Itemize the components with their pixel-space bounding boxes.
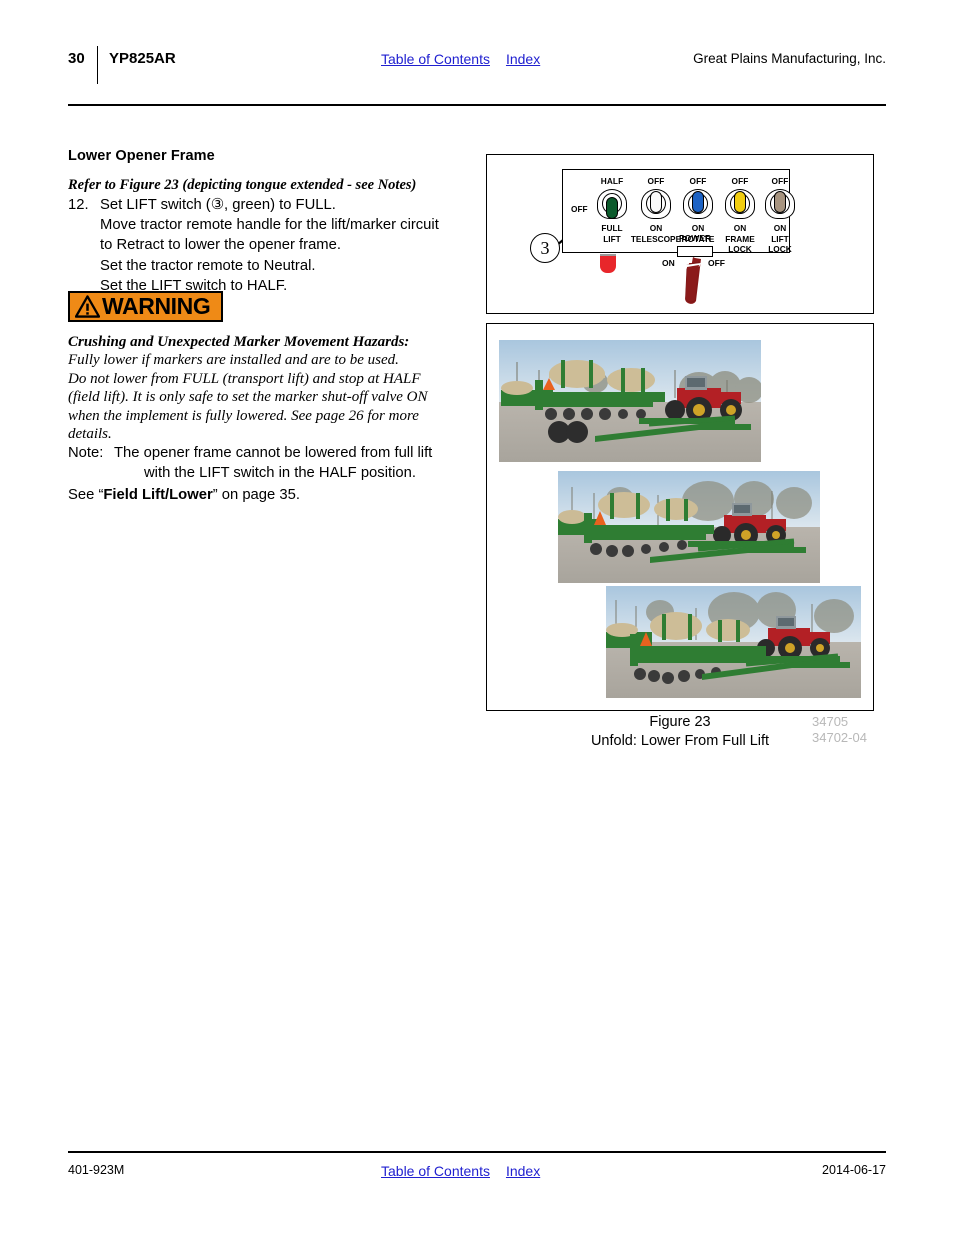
page-number: 30: [68, 50, 85, 67]
switch-frame-lock-bottom-label: ON: [733, 223, 747, 233]
power-switch[interactable]: POWER ON OFF: [662, 233, 725, 315]
lift-off-left-label: OFF: [571, 204, 588, 214]
warning-heading: Crushing and Unexpected Marker Movement …: [68, 334, 410, 350]
switch-lift-lever[interactable]: [606, 197, 618, 219]
see-bold-title: Field Lift/Lower: [103, 487, 213, 503]
switch-telescope-lever[interactable]: [650, 191, 662, 213]
step-number: 12.: [68, 197, 89, 213]
step-line-1: Set LIFT switch (③, green) to FULL.: [100, 197, 336, 213]
warning-body: Crushing and Unexpected Marker Movement …: [68, 333, 460, 443]
page-header: 30 YP825AR Table of Contents Index Great …: [68, 46, 886, 84]
step-line-2: Move tractor remote handle for the lift/…: [100, 217, 439, 234]
see-reference-line: See “Field Lift/Lower” on page 35.: [68, 485, 460, 505]
refer-to-figure-line: Refer to Figure 23 (depicting tongue ext…: [68, 177, 417, 193]
step-line-4: Set the tractor remote to Neutral.: [100, 257, 316, 274]
warning-line-1: Fully lower if markers are installed and…: [68, 352, 399, 369]
warning-label: WARNING: [102, 293, 211, 319]
switch-rotate-lever[interactable]: [692, 191, 704, 213]
switch-lift-lock-lever[interactable]: [774, 191, 786, 213]
footer-rule: [68, 1151, 886, 1153]
note-label: Note:: [68, 445, 104, 461]
switch-telescope-top-label: OFF: [647, 176, 665, 186]
figure-control-panel-box: 3 OFF HALF FULL LIFT OFF ON TELESCOPE OF…: [486, 154, 874, 314]
footer-link-table-of-contents[interactable]: Table of Contents: [381, 1163, 490, 1179]
header-link-table-of-contents[interactable]: Table of Contents: [381, 51, 490, 67]
note-line-1: The opener frame cannot be lowered from …: [114, 445, 433, 461]
document-date: 2014-06-17: [822, 1163, 886, 1177]
warning-line-2: Do not lower from FULL (transport lift) …: [68, 370, 421, 387]
switch-lift-bottom-label: FULL: [601, 223, 623, 233]
warning-banner: WARNING: [68, 291, 223, 322]
warning-line-4: when the implement is fully lowered. See…: [68, 407, 419, 424]
model-title: YP825AR: [109, 50, 176, 67]
header-nav-links: Table of Contents Index: [381, 51, 556, 67]
switch-telescope-bottom-label: ON: [649, 223, 663, 233]
header-divider: [97, 46, 98, 84]
step-line-3: to Retract to lower the opener frame.: [100, 237, 341, 254]
photo-3-graphic: [606, 586, 861, 698]
warning-line-5: details.: [68, 426, 112, 443]
see-prefix: See “: [68, 487, 104, 503]
warning-line-3: (field lift). It is only safe to set the…: [68, 389, 428, 406]
switch-lift-lock-name: LIFT LOCK: [768, 234, 792, 254]
photo-1-graphic: [499, 340, 761, 462]
switch-rotate-top-label: OFF: [689, 176, 707, 186]
footer-nav-links: Table of Contents Index: [381, 1163, 556, 1179]
switch-lift-lock-top-label: OFF: [771, 176, 789, 186]
photo-planter-partially-lowered: [558, 471, 820, 583]
note-block: Note: The opener frame cannot be lowered…: [68, 443, 460, 483]
document-code: 401-923M: [68, 1163, 125, 1177]
callout-marker-3: 3: [530, 233, 560, 263]
figure-ref-1: 34705: [812, 714, 849, 729]
page-footer: 401-923M Table of Contents Index 2014-06-…: [68, 1163, 886, 1183]
section-title: Lower Opener Frame: [68, 148, 215, 164]
photo-2-graphic: [558, 471, 820, 583]
photo-planter-fully-lowered: [606, 586, 861, 698]
left-content-column: Lower Opener Frame Refer to Figure 23 (d…: [68, 148, 460, 296]
power-switch-label: POWER: [678, 233, 712, 243]
numbered-step: 12. Set LIFT switch (③, green) to FULL. …: [68, 195, 460, 296]
note-line-2: with the LIFT switch in the HALF positio…: [144, 465, 416, 482]
switch-frame-lock-lever[interactable]: [734, 191, 746, 213]
switch-frame-lock-top-label: OFF: [731, 176, 749, 186]
power-switch-lever[interactable]: [665, 253, 725, 315]
header-rule: [68, 104, 886, 106]
switch-lift-lock-bottom-label: ON: [773, 223, 787, 233]
figure-photos-box: [486, 323, 874, 711]
photo-planter-full-lift: [499, 340, 761, 462]
see-suffix: ” on page 35.: [212, 487, 300, 503]
warning-triangle-icon: [75, 295, 100, 318]
header-link-index[interactable]: Index: [506, 51, 540, 67]
figure-ref-2: 34702-04: [812, 730, 867, 745]
company-name: Great Plains Manufacturing, Inc.: [693, 51, 886, 66]
figure-reference-numbers: 34705 34702-04: [812, 714, 892, 746]
switch-rotate-bottom-label: ON: [691, 223, 705, 233]
red-indicator-lamp: [600, 254, 616, 273]
switch-lift-top-label: HALF: [600, 176, 624, 186]
footer-link-index[interactable]: Index: [506, 1163, 540, 1179]
